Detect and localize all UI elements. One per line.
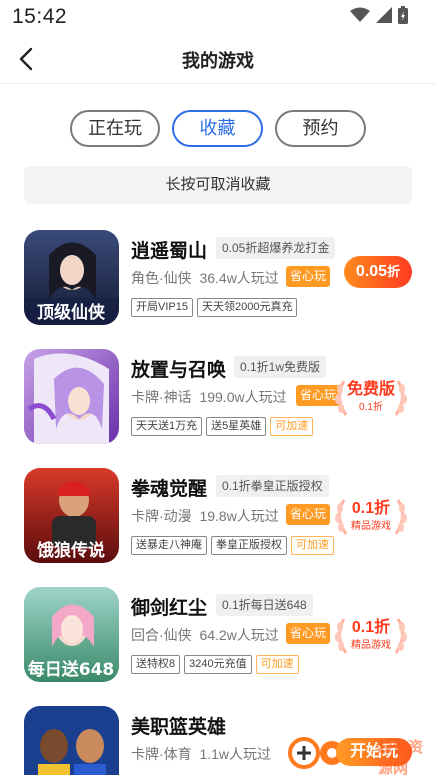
discount-unit: 折 [387, 264, 401, 279]
game-icon-xiaoyao-shushan: 顶级仙侠 [24, 230, 119, 325]
save-badge: 省心玩 [286, 266, 331, 287]
game-tag: 送暴走八神庵 [131, 536, 207, 555]
game-meta: 卡牌·动漫 19.8w人玩过 [131, 506, 279, 526]
game-category: 回合·仙侠 [131, 627, 192, 643]
game-tag: 拳皇正版授权 [211, 536, 287, 555]
game-item[interactable]: 每日送648 御剑红尘 0.1折每日送648 回合·仙侠 64.2w人玩过 省心… [0, 587, 436, 705]
tab-bar: 正在玩 收藏 预约 [0, 110, 436, 148]
free-version-badge[interactable]: 免费版 0.1折 [330, 373, 412, 421]
game-category: 角色·仙侠 [131, 270, 192, 286]
game-category: 卡牌·体育 [131, 746, 192, 762]
game-players: 1.1w人玩过 [199, 746, 272, 762]
game-name: 拳魂觉醒 [131, 479, 208, 500]
discount-value: 0.05 [355, 263, 388, 280]
game-tag: 可加速 [255, 655, 299, 674]
svg-text:饿狼传说: 饿狼传说 [36, 540, 105, 561]
game-name: 美职篮英雄 [131, 717, 227, 738]
discount-button[interactable]: 0.05折 [344, 256, 412, 288]
game-tag: 开局VIP15 [131, 298, 193, 317]
save-badge: 省心玩 [286, 504, 331, 525]
svg-text:顶级仙侠: 顶级仙侠 [37, 302, 106, 323]
svg-text:每日送648: 每日送648 [28, 659, 115, 680]
status-time: 15:42 [12, 5, 68, 28]
tab-playing[interactable]: 正在玩 [70, 110, 160, 147]
battery-icon [398, 6, 408, 24]
game-item[interactable]: 饿狼传说 拳魂觉醒 0.1折拳皇正版授权 卡牌·动漫 19.8w人玩过 省心玩 … [0, 468, 436, 586]
premium-game-badge[interactable]: 0.1折 精品游戏 [330, 611, 412, 659]
game-category: 卡牌·动漫 [131, 508, 192, 524]
save-badge: 省心玩 [286, 623, 331, 644]
status-bar: 15:42 [0, 0, 436, 34]
game-icon-fangzhi-zhaohuan [24, 349, 119, 444]
game-meta: 卡牌·神话 199.0w人玩过 [131, 387, 287, 407]
signal-icon [376, 7, 392, 23]
badge-main-text: 0.1折 [351, 619, 391, 636]
game-name: 御剑红尘 [131, 598, 208, 619]
game-players: 36.4w人玩过 [199, 270, 279, 286]
game-meta: 卡牌·体育 1.1w人玩过 [131, 744, 271, 764]
game-item[interactable]: 放置与召唤 0.1折1w免费版 卡牌·神话 199.0w人玩过 省心玩 天天送1… [0, 349, 436, 467]
game-tag: 送特权8 [131, 655, 181, 674]
game-tags: 送暴走八神庵 拳皇正版授权 可加速 [131, 536, 334, 555]
game-name: 放置与召唤 [131, 360, 227, 381]
game-promo: 0.1折1w免费版 [234, 356, 327, 378]
badge-main-text: 0.1折 [351, 500, 391, 517]
game-category: 卡牌·神话 [131, 389, 192, 405]
game-tag: 可加速 [270, 417, 314, 436]
premium-game-badge[interactable]: 0.1折 精品游戏 [330, 492, 412, 540]
game-tag: 送5星英雄 [206, 417, 267, 436]
badge-sub-text: 0.1折 [359, 402, 383, 413]
game-players: 199.0w人玩过 [199, 389, 287, 405]
game-promo: 0.05折超爆养龙打金 [216, 237, 336, 259]
badge-main-text: 免费版 [346, 381, 395, 398]
game-meta: 角色·仙侠 36.4w人玩过 [131, 268, 279, 288]
game-tag: 可加速 [291, 536, 334, 555]
tab-favorites[interactable]: 收藏 [172, 110, 263, 147]
game-tags: 天天送1万充 送5星英雄 可加速 [131, 417, 314, 436]
game-tags: 送特权8 3240元充值 可加速 [131, 655, 299, 674]
game-promo: 0.1折拳皇正版授权 [216, 475, 329, 497]
game-meta: 回合·仙侠 64.2w人玩过 [131, 625, 279, 645]
game-icon-yujian-hongchen: 每日送648 [24, 587, 119, 682]
game-players: 64.2w人玩过 [199, 627, 279, 643]
badge-sub-text: 精品游戏 [351, 521, 391, 532]
page-title: 我的游戏 [182, 51, 254, 71]
badge-sub-text: 精品游戏 [351, 640, 391, 651]
game-tag: 3240元充值 [184, 655, 252, 674]
game-players: 19.8w人玩过 [199, 508, 279, 524]
game-tags: 开局VIP15 天天领2000元真充 [131, 298, 298, 317]
long-press-hint: 长按可取消收藏 [24, 166, 412, 204]
game-promo: 0.1折每日送648 [216, 594, 313, 616]
tab-reserved[interactable]: 预约 [275, 110, 366, 147]
game-item[interactable]: 顶级仙侠 逍遥蜀山 0.05折超爆养龙打金 角色·仙侠 36.4w人玩过 省心玩… [0, 230, 436, 348]
game-name: 逍遥蜀山 [131, 241, 208, 262]
wifi-icon [350, 7, 370, 22]
game-icon-quanhun-juexing: 饿狼传说 [24, 468, 119, 563]
watermark-text: 绿色资源网 [378, 739, 424, 775]
game-tag: 天天领2000元真充 [196, 298, 298, 317]
game-icon-meizhilan-yingxiong [24, 706, 119, 775]
game-tag: 天天送1万充 [131, 417, 203, 436]
top-nav-bar: 我的游戏 [0, 34, 436, 84]
